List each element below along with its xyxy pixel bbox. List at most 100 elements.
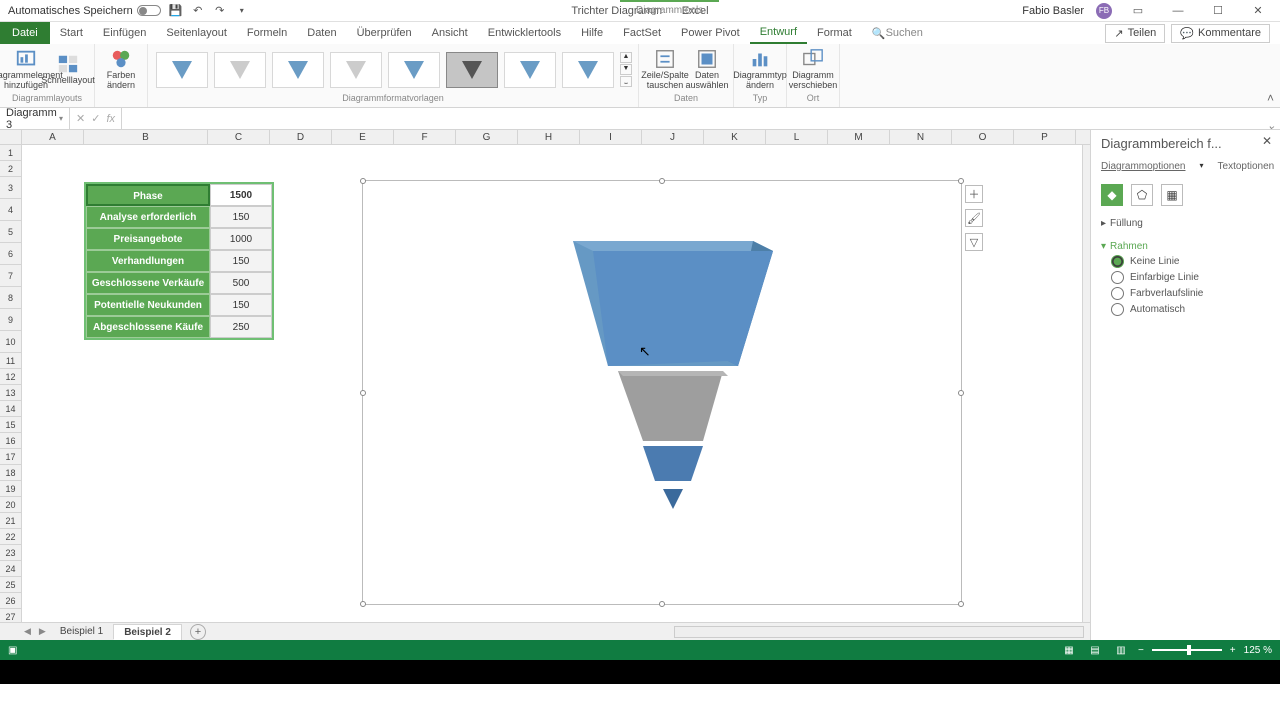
file-tab[interactable]: Datei	[0, 22, 50, 44]
tab-help[interactable]: Hilfe	[571, 22, 613, 44]
sheet-nav-next-icon[interactable]: ▶	[35, 626, 50, 637]
select-all-corner[interactable]	[0, 130, 22, 144]
horizontal-scrollbar[interactable]	[674, 626, 1084, 638]
tab-review[interactable]: Überprüfen	[347, 22, 422, 44]
switch-row-col-button[interactable]: Zeile/Spalte tauschen	[645, 48, 685, 91]
row-header[interactable]: 2	[0, 161, 21, 177]
chart-elements-button[interactable]: ＋	[965, 185, 983, 203]
comments-button[interactable]: 💬 Kommentare	[1171, 24, 1270, 43]
qat-dropdown-icon[interactable]: ▾	[235, 4, 249, 18]
tab-design[interactable]: Entwurf	[750, 22, 807, 44]
normal-view-icon[interactable]: ▦	[1060, 642, 1078, 658]
user-avatar[interactable]: FB	[1096, 3, 1112, 19]
record-macro-icon[interactable]: ▣	[8, 645, 17, 656]
row-header[interactable]: 27	[0, 609, 21, 622]
close-icon[interactable]: ✕	[1244, 1, 1272, 21]
sheet-tab-2[interactable]: Beispiel 2	[114, 624, 182, 640]
row-header[interactable]: 6	[0, 243, 21, 265]
row-header[interactable]: 10	[0, 331, 21, 353]
row-header[interactable]: 15	[0, 417, 21, 433]
col-header[interactable]: J	[642, 130, 704, 144]
change-colors-button[interactable]: Farben ändern	[101, 48, 141, 91]
save-icon[interactable]: 💾	[169, 4, 183, 18]
row-header[interactable]: 11	[0, 353, 21, 369]
tab-developer[interactable]: Entwicklertools	[478, 22, 571, 44]
row-header[interactable]: 13	[0, 385, 21, 401]
zoom-out-icon[interactable]: −	[1138, 645, 1144, 656]
tab-start[interactable]: Start	[50, 22, 93, 44]
select-data-button[interactable]: Daten auswählen	[687, 48, 727, 91]
panel-tab-text[interactable]: Textoptionen	[1218, 161, 1275, 174]
chart-filter-button[interactable]: ▽	[965, 233, 983, 251]
autosave-toggle[interactable]: Automatisches Speichern	[8, 5, 161, 17]
move-chart-button[interactable]: Diagramm verschieben	[793, 48, 833, 91]
minimize-icon[interactable]: —	[1164, 1, 1192, 21]
border-solid-radio[interactable]: Einfarbige Linie	[1111, 271, 1270, 284]
zoom-slider[interactable]	[1152, 649, 1222, 651]
chart-style-4[interactable]	[330, 52, 382, 88]
fill-section-toggle[interactable]: ▸ Füllung	[1101, 218, 1270, 229]
row-header[interactable]: 9	[0, 309, 21, 331]
tab-data[interactable]: Daten	[297, 22, 346, 44]
sheet-tab-1[interactable]: Beispiel 1	[50, 624, 114, 639]
border-section-toggle[interactable]: ▾ Rahmen	[1101, 241, 1270, 252]
col-header[interactable]: N	[890, 130, 952, 144]
page-break-view-icon[interactable]: ▥	[1112, 642, 1130, 658]
col-header[interactable]: G	[456, 130, 518, 144]
tab-format[interactable]: Format	[807, 22, 862, 44]
change-chart-type-button[interactable]: Diagrammtyp ändern	[740, 48, 780, 91]
row-header[interactable]: 17	[0, 449, 21, 465]
col-header[interactable]: A	[22, 130, 84, 144]
ribbon-display-icon[interactable]: ▭	[1124, 1, 1152, 21]
add-sheet-button[interactable]: +	[190, 624, 206, 640]
tab-powerpivot[interactable]: Power Pivot	[671, 22, 750, 44]
row-header[interactable]: 21	[0, 513, 21, 529]
col-header[interactable]: F	[394, 130, 456, 144]
col-header[interactable]: C	[208, 130, 270, 144]
col-header[interactable]: K	[704, 130, 766, 144]
maximize-icon[interactable]: ☐	[1204, 1, 1232, 21]
confirm-formula-icon[interactable]: ✓	[91, 112, 100, 125]
col-header[interactable]: D	[270, 130, 332, 144]
row-header[interactable]: 18	[0, 465, 21, 481]
style-scroll-up-icon[interactable]: ▲	[620, 52, 632, 63]
page-layout-view-icon[interactable]: ▤	[1086, 642, 1104, 658]
add-chart-element-button[interactable]: Diagrammelement hinzufügen	[6, 48, 46, 91]
row-header[interactable]: 16	[0, 433, 21, 449]
row-header[interactable]: 12	[0, 369, 21, 385]
border-auto-radio[interactable]: Automatisch	[1111, 303, 1270, 316]
col-header[interactable]: L	[766, 130, 828, 144]
chart-style-2[interactable]	[214, 52, 266, 88]
fill-line-tab-icon[interactable]: ◆	[1101, 184, 1123, 206]
chart-style-6[interactable]	[446, 52, 498, 88]
col-header[interactable]: B	[84, 130, 208, 144]
col-header[interactable]: E	[332, 130, 394, 144]
tab-pagelayout[interactable]: Seitenlayout	[156, 22, 237, 44]
row-header[interactable]: 20	[0, 497, 21, 513]
style-scroll-down-icon[interactable]: ▼	[620, 64, 632, 75]
cancel-formula-icon[interactable]: ✕	[76, 112, 85, 125]
chart-style-7[interactable]	[504, 52, 556, 88]
row-header[interactable]: 3	[0, 177, 21, 199]
border-gradient-radio[interactable]: Farbverlaufslinie	[1111, 287, 1270, 300]
zoom-level[interactable]: 125 %	[1244, 645, 1272, 656]
row-header[interactable]: 5	[0, 221, 21, 243]
row-header[interactable]: 22	[0, 529, 21, 545]
quick-layout-button[interactable]: Schnelllayout	[48, 53, 88, 86]
row-header[interactable]: 8	[0, 287, 21, 309]
row-header[interactable]: 19	[0, 481, 21, 497]
row-header[interactable]: 26	[0, 593, 21, 609]
zoom-in-icon[interactable]: +	[1230, 645, 1236, 656]
chart-style-1[interactable]	[156, 52, 208, 88]
redo-icon[interactable]: ↷	[213, 4, 227, 18]
col-header[interactable]: I	[580, 130, 642, 144]
name-box[interactable]: Diagramm 3▾	[0, 107, 70, 131]
tab-view[interactable]: Ansicht	[422, 22, 478, 44]
row-header[interactable]: 25	[0, 577, 21, 593]
style-gallery-more-icon[interactable]: ⎵	[620, 76, 632, 87]
row-header[interactable]: 1	[0, 145, 21, 161]
effects-tab-icon[interactable]: ⬠	[1131, 184, 1153, 206]
cells-area[interactable]: Phase 1500 Analyse erforderlich150 Preis…	[22, 145, 1082, 622]
search-box[interactable]: 🔍 Suchen	[862, 22, 933, 44]
sheet-nav-prev-icon[interactable]: ◀	[20, 626, 35, 637]
